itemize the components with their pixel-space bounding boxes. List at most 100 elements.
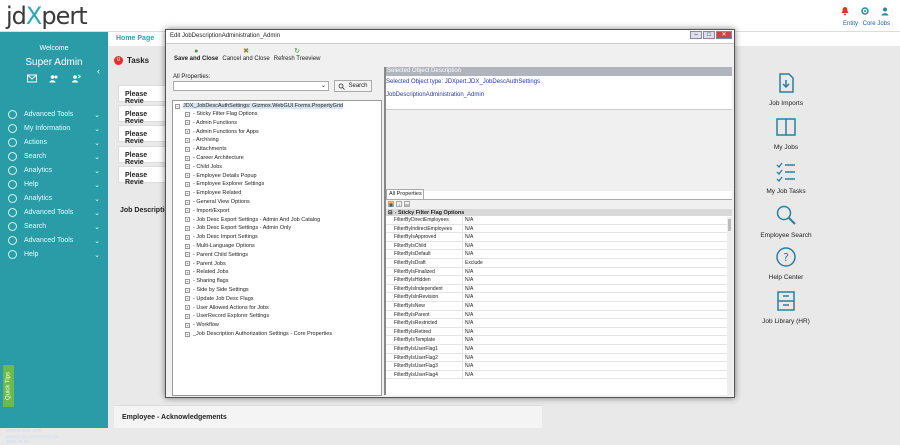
property-search-combo[interactable]: ⌄ bbox=[173, 81, 329, 91]
property-row[interactable]: FilterByIsRestricted N/A bbox=[386, 319, 732, 328]
expand-icon[interactable]: + bbox=[185, 305, 190, 311]
property-value[interactable]: N/A bbox=[463, 293, 473, 301]
tree-node[interactable]: + - Parent Child Settings bbox=[185, 252, 248, 258]
bell-icon[interactable] bbox=[840, 6, 850, 16]
property-row[interactable]: FilterByIsUserFlag2 N/A bbox=[386, 353, 732, 363]
tree-node[interactable]: + - Job Desc Export Settings - Admin And … bbox=[185, 217, 320, 223]
property-row[interactable]: FilterByIsDraft Exclude bbox=[386, 258, 732, 268]
tree-node[interactable]: + - Import/Export bbox=[185, 208, 229, 214]
property-category[interactable]: ⊟ - Sticky Filter Flag Options bbox=[386, 209, 732, 216]
expand-icon[interactable]: + bbox=[185, 137, 190, 143]
tree-root-node[interactable]: − JDX_JobDescAuthSettings: Gizmox.WebGUI.… bbox=[175, 103, 344, 109]
minimize-button[interactable]: – bbox=[690, 31, 702, 39]
collapse-sidebar-icon[interactable]: ‹ bbox=[97, 66, 100, 76]
property-row[interactable]: FilterByIsParent N/A bbox=[386, 310, 732, 320]
vertical-scrollbar[interactable] bbox=[727, 217, 732, 396]
property-row[interactable]: FilterByIsUserFlag3 N/A bbox=[386, 362, 732, 371]
property-row[interactable]: FilterByIsTemplate N/A bbox=[386, 336, 732, 345]
property-row[interactable]: FilterByIsUserFlag1 N/A bbox=[386, 344, 732, 354]
expand-icon[interactable]: + bbox=[185, 261, 190, 267]
mail-icon[interactable] bbox=[27, 74, 37, 83]
expand-icon[interactable]: + bbox=[185, 278, 190, 284]
property-value[interactable]: N/A bbox=[463, 250, 473, 258]
property-value[interactable]: N/A bbox=[463, 302, 473, 310]
switch-user-icon[interactable] bbox=[71, 74, 81, 83]
expand-icon[interactable]: + bbox=[185, 217, 190, 223]
property-value[interactable]: N/A bbox=[463, 371, 473, 379]
tree-node[interactable]: + - Employee Explorer Settings bbox=[185, 181, 264, 187]
property-value[interactable]: N/A bbox=[463, 319, 473, 327]
quick-link-employee-search[interactable]: Employee Search bbox=[736, 204, 836, 239]
scrollbar-thumb[interactable] bbox=[728, 219, 731, 231]
tree-node[interactable]: + - Related Jobs bbox=[185, 269, 228, 275]
tree-node[interactable]: + - UserRecord Explorer Settings bbox=[185, 313, 269, 319]
collapse-icon[interactable]: ⊟ bbox=[388, 210, 393, 216]
tree-node[interactable]: + - Sticky Filter Flag Options bbox=[185, 111, 258, 117]
tab-all-properties[interactable]: All Properties bbox=[386, 189, 424, 199]
expand-icon[interactable]: + bbox=[185, 181, 190, 187]
property-value[interactable]: N/A bbox=[463, 216, 473, 224]
sidebar-item-my-information[interactable]: My Information ⌄ bbox=[8, 122, 100, 135]
tree-node[interactable]: + - Admin Functions for Apps bbox=[185, 129, 259, 135]
task-review-item[interactable]: Please Revie bbox=[118, 105, 168, 125]
expand-icon[interactable]: + bbox=[185, 111, 190, 117]
refresh-treeview-button[interactable]: ↻ Refresh Treeview bbox=[274, 45, 321, 65]
property-value[interactable]: N/A bbox=[463, 233, 473, 241]
expand-icon[interactable]: + bbox=[185, 146, 190, 152]
property-row[interactable]: FilterByIsRetired N/A bbox=[386, 327, 732, 337]
expand-icon[interactable]: + bbox=[185, 313, 190, 319]
property-value[interactable]: N/A bbox=[463, 268, 473, 276]
tree-node[interactable]: + - User Allowed Actions for Jobs bbox=[185, 305, 269, 311]
property-value[interactable]: N/A bbox=[463, 276, 473, 284]
property-value[interactable]: N/A bbox=[463, 362, 473, 370]
close-button[interactable]: ✕ bbox=[716, 31, 732, 39]
property-value[interactable]: N/A bbox=[463, 354, 473, 362]
expand-icon[interactable]: + bbox=[185, 173, 190, 179]
tree-node[interactable]: + - Employee Details Popup bbox=[185, 173, 257, 179]
tree-node[interactable]: + - Job Desc Export Settings - Admin Only bbox=[185, 225, 291, 231]
tree-node[interactable]: + - Workflow bbox=[185, 322, 219, 328]
task-review-item[interactable]: Please Revie bbox=[118, 146, 168, 166]
users-icon[interactable] bbox=[49, 74, 59, 83]
property-row[interactable]: FilterByIsChild N/A bbox=[386, 241, 732, 251]
tab-home-page[interactable]: Home Page bbox=[116, 35, 154, 42]
property-value[interactable]: N/A bbox=[463, 242, 473, 250]
quick-link-job-library[interactable]: Job Library (HR) bbox=[736, 290, 836, 325]
jdxpert-logo[interactable]: jdXpert bbox=[6, 2, 88, 30]
sidebar-item-help[interactable]: Help ⌄ bbox=[8, 178, 100, 191]
collapse-icon[interactable]: − bbox=[175, 103, 180, 109]
property-value[interactable]: N/A bbox=[463, 311, 473, 319]
property-row[interactable]: FilterByIsHidden N/A bbox=[386, 276, 732, 285]
tree-node[interactable]: + _Job Description Authorization Settings… bbox=[185, 331, 332, 337]
expand-icon[interactable]: + bbox=[185, 322, 190, 328]
sidebar-item-analytics[interactable]: Analytics ⌄ bbox=[8, 164, 100, 177]
expand-icon[interactable]: + bbox=[185, 243, 190, 249]
expand-icon[interactable]: + bbox=[185, 296, 190, 302]
expand-icon[interactable]: + bbox=[185, 252, 190, 258]
property-value[interactable]: N/A bbox=[463, 336, 473, 344]
quick-link-my-jobs[interactable]: My Jobs bbox=[736, 116, 836, 151]
sidebar-item-actions[interactable]: Actions ⌄ bbox=[8, 136, 100, 149]
property-row[interactable]: FilterByIsIndependent N/A bbox=[386, 284, 732, 294]
property-value[interactable]: N/A bbox=[463, 345, 473, 353]
task-review-item[interactable]: Please Revie bbox=[118, 125, 168, 145]
property-row[interactable]: FilterByIsDefault N/A bbox=[386, 250, 732, 259]
tree-node[interactable]: + - Attachments bbox=[185, 146, 227, 152]
property-row[interactable]: FilterByIsFinalized N/A bbox=[386, 267, 732, 277]
sidebar-item-help-2[interactable]: Help ⌄ bbox=[8, 248, 100, 261]
sidebar-item-advanced-tools-3[interactable]: Advanced Tools ⌄ bbox=[8, 234, 100, 247]
expand-icon[interactable]: + bbox=[185, 199, 190, 205]
sidebar-item-advanced-tools[interactable]: Advanced Tools ⌄ bbox=[8, 108, 100, 121]
expand-icon[interactable]: + bbox=[185, 164, 190, 170]
tree-node[interactable]: + - Archiving bbox=[185, 137, 219, 143]
property-value[interactable]: N/A bbox=[463, 328, 473, 336]
categorized-icon[interactable]: ▦ bbox=[388, 201, 394, 207]
expand-icon[interactable]: + bbox=[185, 234, 190, 240]
sidebar-item-search[interactable]: Search ⌄ bbox=[8, 150, 100, 163]
tree-node[interactable]: + - Admin Functions bbox=[185, 120, 237, 126]
property-row[interactable]: FilterByIndirectEmployees N/A bbox=[386, 224, 732, 234]
cancel-and-close-button[interactable]: ✖ Cancel and Close bbox=[222, 45, 269, 65]
expand-icon[interactable]: + bbox=[185, 190, 190, 196]
property-row[interactable]: FilterByIsApproved N/A bbox=[386, 233, 732, 242]
sidebar-item-analytics-2[interactable]: Analytics ⌄ bbox=[8, 192, 100, 205]
